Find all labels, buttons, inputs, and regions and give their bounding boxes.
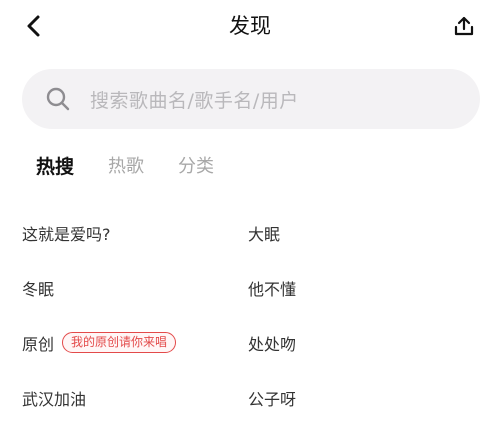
hot-search-item[interactable]: 原创 我的原创请你来唱 [22, 331, 248, 355]
item-label: 大眠 [248, 224, 281, 244]
hot-search-item[interactable]: 武汉加油 [22, 386, 248, 410]
search-icon [44, 85, 72, 113]
tab-hot-search[interactable]: 热搜 [33, 152, 77, 182]
search-bar[interactable]: 搜索歌曲名/歌手名/用户 [22, 69, 480, 129]
hot-search-item[interactable]: 公子呀 [248, 386, 482, 410]
item-label: 他不懂 [248, 279, 297, 299]
hot-search-item[interactable]: 这就是爱吗? [22, 221, 248, 245]
search-input[interactable]: 搜索歌曲名/歌手名/用户 [90, 86, 299, 113]
list-row: 这就是爱吗? 大眠 [22, 205, 482, 260]
item-label: 处处吻 [248, 334, 297, 354]
hot-search-item[interactable]: 处处吻 [248, 331, 482, 355]
item-label: 这就是爱吗? [22, 224, 111, 244]
item-label: 武汉加油 [22, 389, 87, 409]
item-label: 公子呀 [248, 389, 297, 409]
tab-hot-songs[interactable]: 热歌 [108, 152, 144, 182]
hot-search-list: 这就是爱吗? 大眠 冬眠 他不懂 原创 我的原创请你来唱 处处吻 武汉加油 公子… [22, 205, 482, 425]
hot-search-item[interactable]: 他不懂 [248, 276, 482, 300]
share-button[interactable] [450, 12, 478, 40]
item-label: 原创 [22, 334, 55, 354]
tab-categories[interactable]: 分类 [178, 152, 214, 182]
tab-label: 分类 [178, 156, 215, 177]
list-row: 武汉加油 公子呀 [22, 370, 482, 425]
promo-tag: 我的原创请你来唱 [62, 332, 177, 353]
tab-label: 热搜 [36, 156, 75, 178]
hot-search-item[interactable]: 大眠 [248, 221, 482, 245]
tab-bar: 热搜 热歌 分类 [33, 150, 248, 184]
upload-icon [454, 16, 474, 36]
page-title: 发现 [229, 14, 271, 38]
list-row: 原创 我的原创请你来唱 处处吻 [22, 315, 482, 370]
top-bar: 发现 [0, 0, 500, 52]
hot-search-item[interactable]: 冬眠 [22, 276, 248, 300]
list-row: 冬眠 他不懂 [22, 260, 482, 315]
tab-label: 热歌 [108, 156, 145, 177]
item-label: 冬眠 [22, 279, 55, 299]
